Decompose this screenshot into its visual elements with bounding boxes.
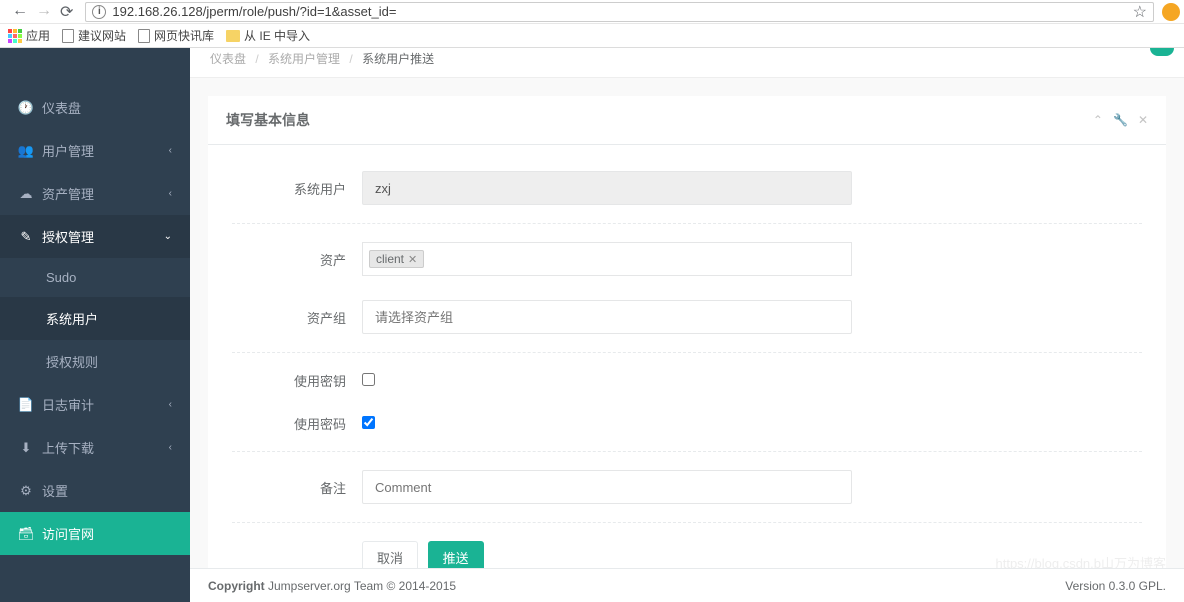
- checkbox-use-key[interactable]: [362, 373, 375, 386]
- asset-tag[interactable]: client✕: [369, 250, 424, 268]
- input-asset-group[interactable]: [362, 300, 852, 334]
- panel-title: 填写基本信息: [226, 110, 310, 130]
- label-comment: 备注: [232, 478, 362, 497]
- sidebar-item-sysuser[interactable]: 系统用户: [0, 297, 190, 340]
- label-use-password: 使用密码: [232, 414, 362, 433]
- sidebar-item-dashboard[interactable]: 🕐仪表盘: [0, 86, 190, 129]
- edit-icon: ✎: [18, 229, 34, 245]
- main-content: 仪表盘 / 系统用户管理 / 系统用户推送 填写基本信息 ⌃ 🔧 ✕ 系统用户: [190, 48, 1184, 602]
- folder-icon: [226, 30, 240, 42]
- sidebar-item-asset-mgmt[interactable]: ☁资产管理‹: [0, 172, 190, 215]
- sidebar-item-user-mgmt[interactable]: 👥用户管理‹: [0, 129, 190, 172]
- bookmark-apps[interactable]: 应用: [8, 27, 50, 44]
- sidebar-item-log-audit[interactable]: 📄日志审计‹: [0, 383, 190, 426]
- apps-icon: [8, 29, 22, 43]
- chevron-left-icon: ‹: [169, 442, 172, 453]
- label-asset: 资产: [232, 250, 362, 269]
- bookmark-ie-import[interactable]: 从 IE 中导入: [226, 27, 310, 44]
- breadcrumb-mgmt[interactable]: 系统用户管理: [268, 52, 340, 66]
- dashboard-icon: 🕐: [18, 100, 34, 116]
- file-icon: 📄: [18, 397, 34, 413]
- version-text: Version 0.3.0 GPL.: [1065, 579, 1166, 593]
- forward-icon: →: [36, 2, 52, 22]
- chevron-left-icon: ‹: [169, 399, 172, 410]
- collapse-icon[interactable]: ⌃: [1093, 113, 1103, 127]
- profile-avatar[interactable]: [1162, 3, 1180, 21]
- address-bar[interactable]: i 192.168.26.128/jperm/role/push/?id=1&a…: [85, 2, 1154, 22]
- url-text: 192.168.26.128/jperm/role/push/?id=1&ass…: [112, 4, 396, 19]
- asset-tag-input[interactable]: client✕: [362, 242, 852, 276]
- breadcrumb: 仪表盘 / 系统用户管理 / 系统用户推送: [190, 48, 1184, 78]
- remove-tag-icon[interactable]: ✕: [408, 253, 417, 266]
- bookmark-suggest[interactable]: 建议网站: [62, 27, 126, 44]
- chevron-left-icon: ‹: [169, 188, 172, 199]
- file-icon: [62, 29, 74, 43]
- input-comment[interactable]: [362, 470, 852, 504]
- label-asset-group: 资产组: [232, 308, 362, 327]
- sidebar-item-perm-mgmt[interactable]: ✎授权管理⌄: [0, 215, 190, 258]
- file-icon: [138, 29, 150, 43]
- close-icon[interactable]: ✕: [1138, 113, 1148, 127]
- label-sys-user: 系统用户: [232, 179, 362, 198]
- cloud-icon: ☁: [18, 186, 34, 202]
- sidebar: 🕐仪表盘 👥用户管理‹ ☁资产管理‹ ✎授权管理⌄ Sudo 系统用户 授权规则…: [0, 48, 190, 602]
- input-sys-user: [362, 171, 852, 205]
- users-icon: 👥: [18, 143, 34, 159]
- sidebar-item-perm-rule[interactable]: 授权规则: [0, 340, 190, 383]
- sidebar-item-settings[interactable]: ⚙设置: [0, 469, 190, 512]
- breadcrumb-dashboard[interactable]: 仪表盘: [210, 52, 246, 66]
- download-icon: ⬇: [18, 440, 34, 456]
- browser-toolbar: ← → ⟳ i 192.168.26.128/jperm/role/push/?…: [0, 0, 1184, 24]
- wrench-icon[interactable]: 🔧: [1113, 113, 1128, 127]
- checkbox-use-password[interactable]: [362, 416, 375, 429]
- form-panel: 填写基本信息 ⌃ 🔧 ✕ 系统用户 资产 client✕: [208, 96, 1166, 602]
- sidebar-item-visit-site[interactable]: 🗃访问官网: [0, 512, 190, 555]
- back-icon[interactable]: ←: [12, 2, 28, 22]
- chevron-left-icon: ‹: [169, 145, 172, 156]
- bookmark-quick[interactable]: 网页快讯库: [138, 27, 214, 44]
- breadcrumb-current: 系统用户推送: [362, 52, 434, 66]
- gear-icon: ⚙: [18, 483, 34, 499]
- bookmark-bar: 应用 建议网站 网页快讯库 从 IE 中导入: [0, 24, 1184, 48]
- sidebar-item-sudo[interactable]: Sudo: [0, 258, 190, 297]
- page-footer: Copyright Jumpserver.org Team © 2014-201…: [190, 568, 1184, 602]
- reload-icon[interactable]: ⟳: [60, 2, 73, 22]
- label-use-key: 使用密钥: [232, 371, 362, 390]
- bookmark-star-icon[interactable]: ☆: [1133, 2, 1147, 22]
- info-icon[interactable]: i: [92, 5, 106, 19]
- sidebar-item-upload-download[interactable]: ⬇上传下载‹: [0, 426, 190, 469]
- archive-icon: 🗃: [18, 526, 34, 542]
- chevron-down-icon: ⌄: [164, 231, 172, 242]
